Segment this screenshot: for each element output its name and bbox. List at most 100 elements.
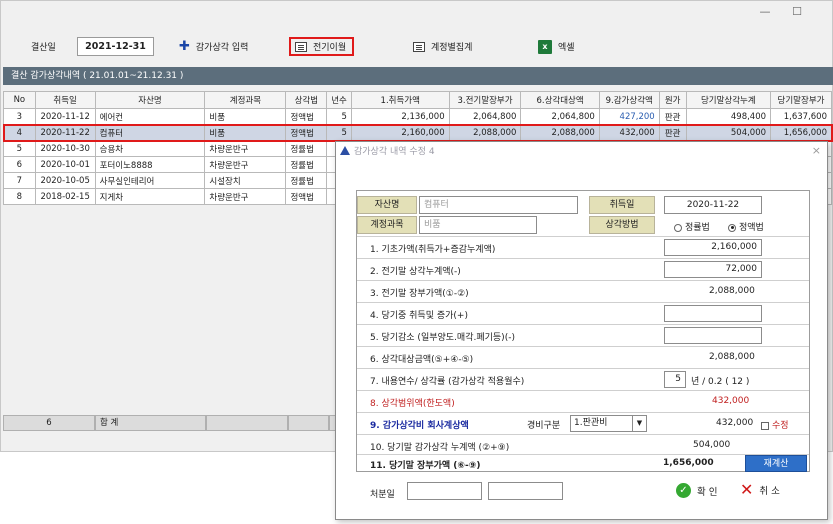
table-row[interactable]: 4 2020-11-22 컴퓨터 비품 정액법 5 2,160,000 2,088,000 2,… [3,124,832,141]
line-accum-end: 10. 당기말 감가상각 누계액 (②+⑨) 504,000 [357,434,809,456]
disposal-date-field-2[interactable] [488,482,563,500]
table-cell: 2,136,000 [350,108,450,125]
table-row[interactable]: 3 2020-11-12 에어컨 비품 정액법 5 2,136,000 2,064,800 2,… [3,108,832,125]
line-value: 1,656,000 [663,458,714,468]
line-value: 504,000 [693,440,731,450]
table-cell: 2,088,000 [448,124,522,141]
line-value: 432,000 [716,418,754,428]
column-header[interactable]: 자산명 [94,91,206,109]
table-cell: 498,400 [685,108,772,125]
maximize-button[interactable]: ☐ [785,4,809,20]
table-cell: 2018-02-15 [34,188,96,205]
modify-label: 수정 [772,421,789,431]
disposal-date-field[interactable] [407,482,482,500]
table-cell: 4 [3,124,36,141]
excel-button[interactable]: x 엑셀 [538,37,575,56]
list-icon [413,41,425,52]
column-header[interactable]: 원가 [658,91,687,109]
table-cell: 정액법 [285,188,328,205]
column-header[interactable]: 당기말장부가 [770,91,832,109]
cancel-button[interactable]: ✕ 취 소 [740,480,780,499]
dialog-title-text: 감가상각 내역 수정 4 [354,147,435,157]
table-cell: 차량운반구 [204,156,287,173]
table-cell: 2020-11-12 [34,108,96,125]
depreciation-input-button[interactable]: ✚ 감가상각 입력 [179,37,248,56]
table-cell: 컴퓨터 [94,124,206,141]
dialog-title: 감가상각 내역 수정 4 [340,144,435,157]
table-cell: 사무실인테리어 [94,172,206,189]
summary-cell [288,415,329,431]
table-cell: 2020-10-30 [34,140,96,157]
column-header[interactable]: 취득일 [34,91,96,109]
table-cell: 504,000 [685,124,772,141]
summary-cell [206,415,288,431]
rate-text: 년 / 0.2 ( 12 ) [691,377,750,387]
plus-icon: ✚ [179,38,190,54]
prior-accum-input[interactable]: 72,000 [664,261,762,278]
table-cell: 판관 [658,124,687,141]
checkbox-icon [761,421,769,430]
prior-transfer-button[interactable]: 전기이월 [289,37,355,56]
column-header[interactable]: 년수 [326,91,352,109]
decrease-input[interactable] [664,327,762,344]
table-cell: 2,064,800 [448,108,522,125]
table-cell: 2,064,800 [520,108,600,125]
table-cell: 8 [3,188,36,205]
table-cell: 5 [326,124,352,141]
summary-label: 합 계 [95,415,206,431]
table-cell: 포터이노8888 [94,156,206,173]
base-amount-input[interactable]: 2,160,000 [664,239,762,256]
account-summary-button[interactable]: 계정별집계 [413,37,472,56]
table-cell: 2020-10-01 [34,156,96,173]
table-cell: 비품 [204,108,287,125]
window-icon [295,41,307,52]
line-company-amount: 9. 감가상각비 회사계상액 경비구분 1.판관비 ▼ 432,000 수정 [357,412,809,434]
table-cell: 7 [3,172,36,189]
summary-row: 6 합 계 [3,415,350,431]
table-cell: 1,656,000 [770,124,832,141]
line-label: 6. 상각대상금액(⑤+④-⑤) [370,355,474,365]
table-cell: 판관 [658,108,687,125]
excel-label: 엑셀 [558,43,575,53]
column-header[interactable]: 당기말상각누계 [685,91,772,109]
table-cell: 정액법 [285,124,328,141]
period-date-field[interactable]: 2021-12-31 [77,37,154,56]
column-header[interactable]: No [3,91,36,109]
column-header[interactable]: 3.전기말장부가 [448,91,522,109]
table-cell: 5 [3,140,36,157]
check-icon: ✓ [676,483,691,498]
line-book-end: 11. 당기말 장부가액 (⑥-⑨) 1,656,000 재계산 [357,454,809,472]
ok-label: 확 인 [697,486,718,498]
line-label: 3. 전기말 장부가액(①-②) [370,289,469,299]
modify-checkbox[interactable]: 수정 [761,418,789,431]
table-cell: 지게차 [94,188,206,205]
column-header[interactable]: 계정과목 [204,91,287,109]
line-label: 9. 감가상각비 회사계상액 [370,421,469,431]
minimize-button[interactable]: — [753,4,777,20]
disposal-date-label: 처분일 [370,490,395,500]
depreciation-input-label: 감가상각 입력 [195,43,249,53]
ok-button[interactable]: ✓ 확 인 [676,483,718,498]
increase-input[interactable] [664,305,762,322]
column-header[interactable]: 상각법 [285,91,328,109]
table-cell: 에어컨 [94,108,206,125]
column-header[interactable]: 1.취득가액 [350,91,450,109]
column-header[interactable]: 9.감가상각액 [598,91,660,109]
table-cell: 정률법 [285,140,328,157]
close-x-icon: ✕ [740,480,754,499]
column-header[interactable]: 6.상각대상액 [520,91,600,109]
table-cell: 시설장치 [204,172,287,189]
table-cell: 5 [326,108,352,125]
useful-life-input[interactable]: 5 [664,371,686,388]
expense-type-value: 1.판관비 [574,418,608,428]
expense-type-select[interactable]: 1.판관비 ▼ [570,415,647,432]
table-header-row: No 취득일 자산명 계정과목 상각법 년수 1.취득가액 3.전기말장부가 6… [3,91,832,109]
line-label: 8. 상각범위액(한도액) [370,399,455,409]
close-icon[interactable]: × [812,144,821,157]
recalculate-button[interactable]: 재계산 [745,455,807,472]
table-cell: 정액법 [285,108,328,125]
line-depreciable-amount: 6. 상각대상금액(⑤+④-⑤) 2,088,000 [357,346,809,368]
line-limit: 8. 상각범위액(한도액) 432,000 [357,390,809,412]
app-icon [340,146,350,155]
table-cell: 3 [3,108,36,125]
